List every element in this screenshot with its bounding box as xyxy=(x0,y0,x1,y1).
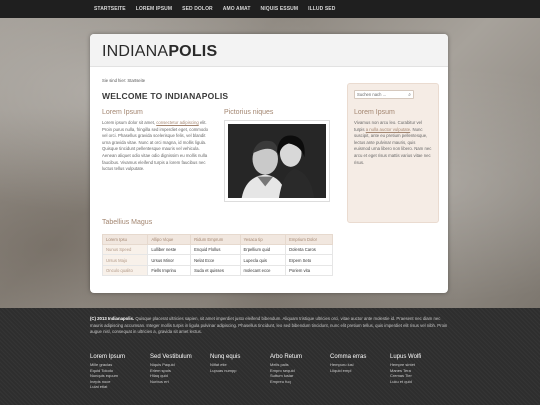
inline-link[interactable]: consectetur adipiscing xyxy=(156,120,199,125)
photo-image xyxy=(228,124,326,198)
column-heading: Pictorius niques xyxy=(224,109,274,116)
paragraph-text: . Nunc suscipit, ante eu pretium pellent… xyxy=(354,126,432,165)
footer-link[interactable]: Nurbus ert xyxy=(150,379,210,385)
table-cell: Nunus Speed xyxy=(101,243,149,256)
footer-column-title: Nunq equis xyxy=(210,354,241,360)
search-icon[interactable]: ⌕ xyxy=(408,92,411,98)
footer-column: Lorem Ipsum Mille gracias Equid Tolodo N… xyxy=(90,354,150,390)
table-row: Onculo qualito Fiells Imprinu Suda et qu… xyxy=(101,264,333,277)
table-cell: Suda et quisses xyxy=(190,264,241,277)
search-box[interactable]: Suchen nach ... ⌕ xyxy=(354,90,414,99)
nav-item-startseite[interactable]: Startseite xyxy=(94,6,126,12)
copyright-text: Quisque placerat ultricies sapien, sit a… xyxy=(90,316,448,334)
footer-column-title: Comma erras xyxy=(330,354,367,360)
breadcrumb: Sie sind hier: Startseite xyxy=(102,78,146,83)
footer-column: Sed Vestibulum Niquis Paquid Erlem spois… xyxy=(150,354,210,390)
footer-column-title: Lupus Wolfi xyxy=(390,354,422,360)
table-title: Tabellius Magus xyxy=(102,219,153,226)
column-heading: Lorem Ipsum xyxy=(102,109,143,116)
search-input[interactable]: Suchen nach ... xyxy=(357,92,408,97)
page-card: INDIANAPOLIS Sie sind hier: Startseite W… xyxy=(90,34,448,293)
table-header-row: Lorem Ipsu Allipo Vique Ridum Emprum Yes… xyxy=(101,234,333,245)
top-navigation: Startseite Lorem Ipsum Sed Dolor Amo Ama… xyxy=(0,0,540,18)
table-cell: Ursus Majo xyxy=(101,254,149,266)
content-column-middle: Pictorius niques xyxy=(224,109,334,202)
footer-column-title: Lorem Ipsum xyxy=(90,354,126,360)
table-cell: Onculo qualito xyxy=(101,264,149,277)
column-paragraph: Lorem ipsum dolor sit amet, consectetur … xyxy=(102,120,214,173)
footer-link[interactable]: Lulat etiat xyxy=(90,384,150,390)
table-row: Nunus Speed Lulliber neste Enquid Flollu… xyxy=(101,243,333,256)
footer-link[interactable]: Lliquid empl xyxy=(330,368,390,374)
content-column-left: Lorem Ipsum Lorem ipsum dolor sit amet, … xyxy=(102,109,214,173)
footer-column: Comma erras Hempuru lusi Lliquid empl xyxy=(330,354,390,390)
footer-column: Nunq equis Nilfat etie Lupuas numpp xyxy=(210,354,270,390)
table-header-cell: Lorem Ipsu xyxy=(101,234,149,245)
sidebar-heading: Lorem Ipsum xyxy=(354,109,395,116)
table-header-cell: Yesaca tip xyxy=(239,234,287,245)
data-table: Lorem Ipsu Allipo Vique Ridum Emprum Yes… xyxy=(101,234,333,277)
nav-item-lorem-ipsum[interactable]: Lorem Ipsum xyxy=(136,6,172,12)
page-title: WELCOME TO INDIANAPOLIS xyxy=(102,91,229,101)
photo-frame xyxy=(224,120,330,202)
footer-column-title: Arbo Retum xyxy=(270,354,303,360)
footer-link[interactable]: Luku et quid xyxy=(390,379,450,385)
site-header: INDIANAPOLIS xyxy=(90,34,448,67)
copyright-bold: (C) 2013 Indianapolis. xyxy=(90,316,135,321)
table-header-cell: Allipo Vique xyxy=(147,234,192,245)
footer-columns: Lorem Ipsum Mille gracias Equid Tolodo N… xyxy=(90,354,450,390)
table-cell: Erpellium quid xyxy=(239,243,287,256)
site-logo[interactable]: INDIANAPOLIS xyxy=(102,43,448,61)
table-header-cell: Emprium Dolor xyxy=(285,234,333,245)
table-cell: Poriem vita xyxy=(285,264,333,277)
table-cell: Lulliber neste xyxy=(147,243,192,256)
table-header-cell: Ridum Emprum xyxy=(190,234,241,245)
table-cell: Enquid Flollus xyxy=(190,243,241,256)
table-cell: Fiells Imprinu xyxy=(147,264,192,277)
sidebar: Suchen nach ... ⌕ Lorem Ipsum Vivamus no… xyxy=(347,83,439,223)
sidebar-inline-link[interactable]: a nulla auctor vulputate xyxy=(366,127,410,132)
nav-item-sed-dolor[interactable]: Sed Dolor xyxy=(182,6,213,12)
footer-copyright: (C) 2013 Indianapolis. Quisque placerat … xyxy=(90,316,450,336)
paragraph-text: elit. Proin purus nulla, fringilla sed i… xyxy=(102,120,209,172)
footer-column: Arbo Retum Mells palis Empro sequid Sutt… xyxy=(270,354,330,390)
footer-link[interactable]: Empreu fuq xyxy=(270,379,330,385)
table-cell: Dolenta Caros xyxy=(285,243,333,256)
table-cell: Nelat Ecce xyxy=(190,254,241,266)
nav-item-illud-sed[interactable]: Illud Sed xyxy=(308,6,335,12)
paragraph-text: Lorem ipsum dolor sit amet, xyxy=(102,120,157,125)
table-row: Ursus Majo Ursus Minor Nelat Ecce Lupecl… xyxy=(101,254,333,266)
nav-item-amo-amat[interactable]: Amo Amat xyxy=(223,6,251,12)
logo-light-text: INDIANA xyxy=(102,43,169,60)
table-cell: Ursus Minor xyxy=(147,254,192,266)
table-cell: Erpem Seto xyxy=(285,254,333,266)
footer-column: Lupus Wolfi Hempre sintet Manes Tera Cre… xyxy=(390,354,450,390)
footer-link[interactable]: Lupuas numpp xyxy=(210,368,270,374)
footer-column-title: Sed Vestibulum xyxy=(150,354,192,360)
table-cell: Lupecla quis xyxy=(239,254,287,266)
logo-bold-text: POLIS xyxy=(168,43,218,60)
sidebar-paragraph: Vivamus non arcu leo. Curabitur vel turp… xyxy=(354,120,432,166)
nav-item-niquis-essum[interactable]: Niquis Essum xyxy=(261,6,299,12)
table-cell: molecant ecce xyxy=(239,264,287,277)
couple-photo xyxy=(228,124,326,198)
